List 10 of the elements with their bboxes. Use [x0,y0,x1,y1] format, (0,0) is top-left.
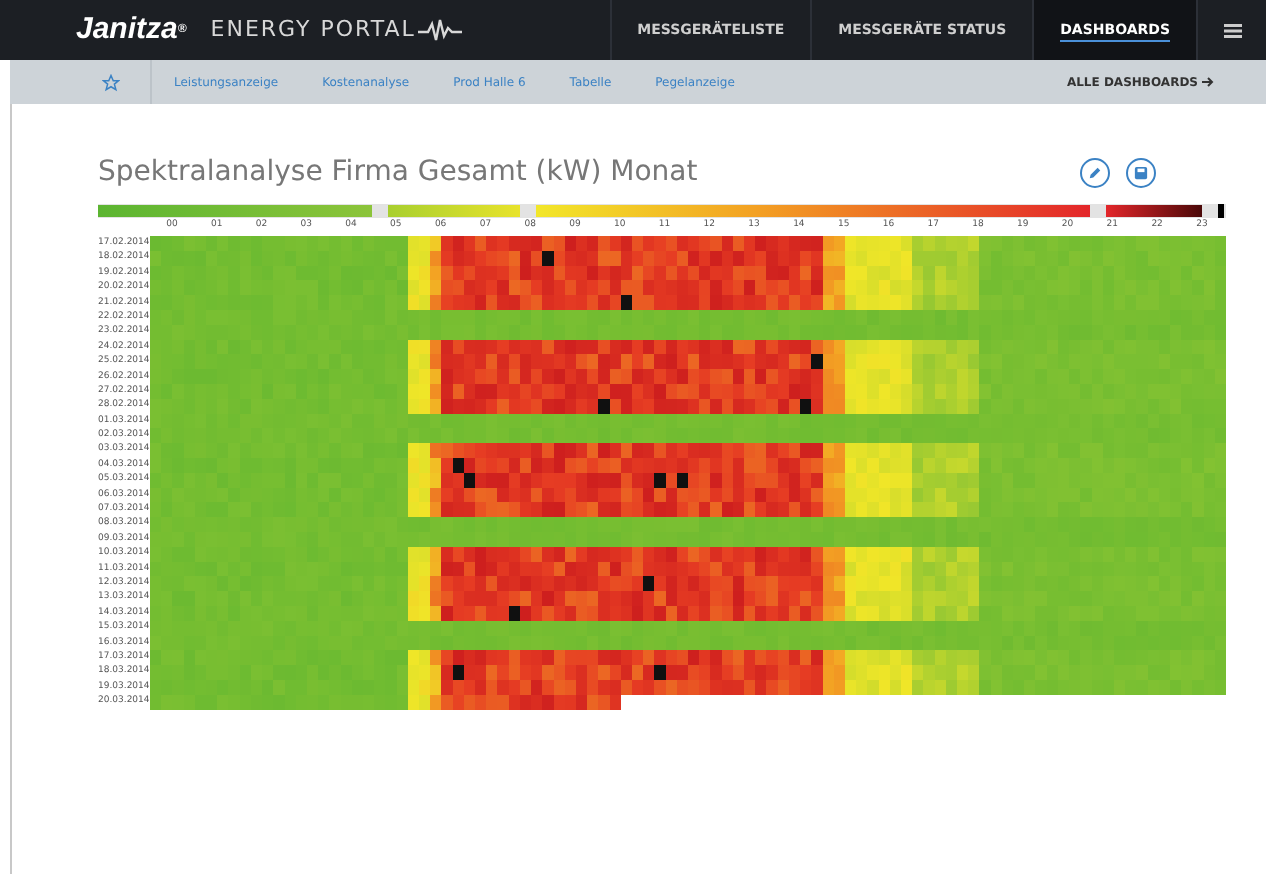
edit-button[interactable] [1080,157,1110,187]
pencil-icon [1088,165,1102,179]
arrow-right-icon [1202,76,1214,88]
page-title: Spektralanalyse Firma Gesamt (kW) Monat [98,153,698,191]
product-name: ENERGY PORTAL [210,13,416,46]
star-icon[interactable] [102,73,120,91]
pulse-icon [417,18,462,42]
menu-icon [1223,23,1241,37]
brand-logo[interactable]: Janitza$^{®}$ [76,7,187,53]
save-button[interactable] [1126,157,1156,187]
